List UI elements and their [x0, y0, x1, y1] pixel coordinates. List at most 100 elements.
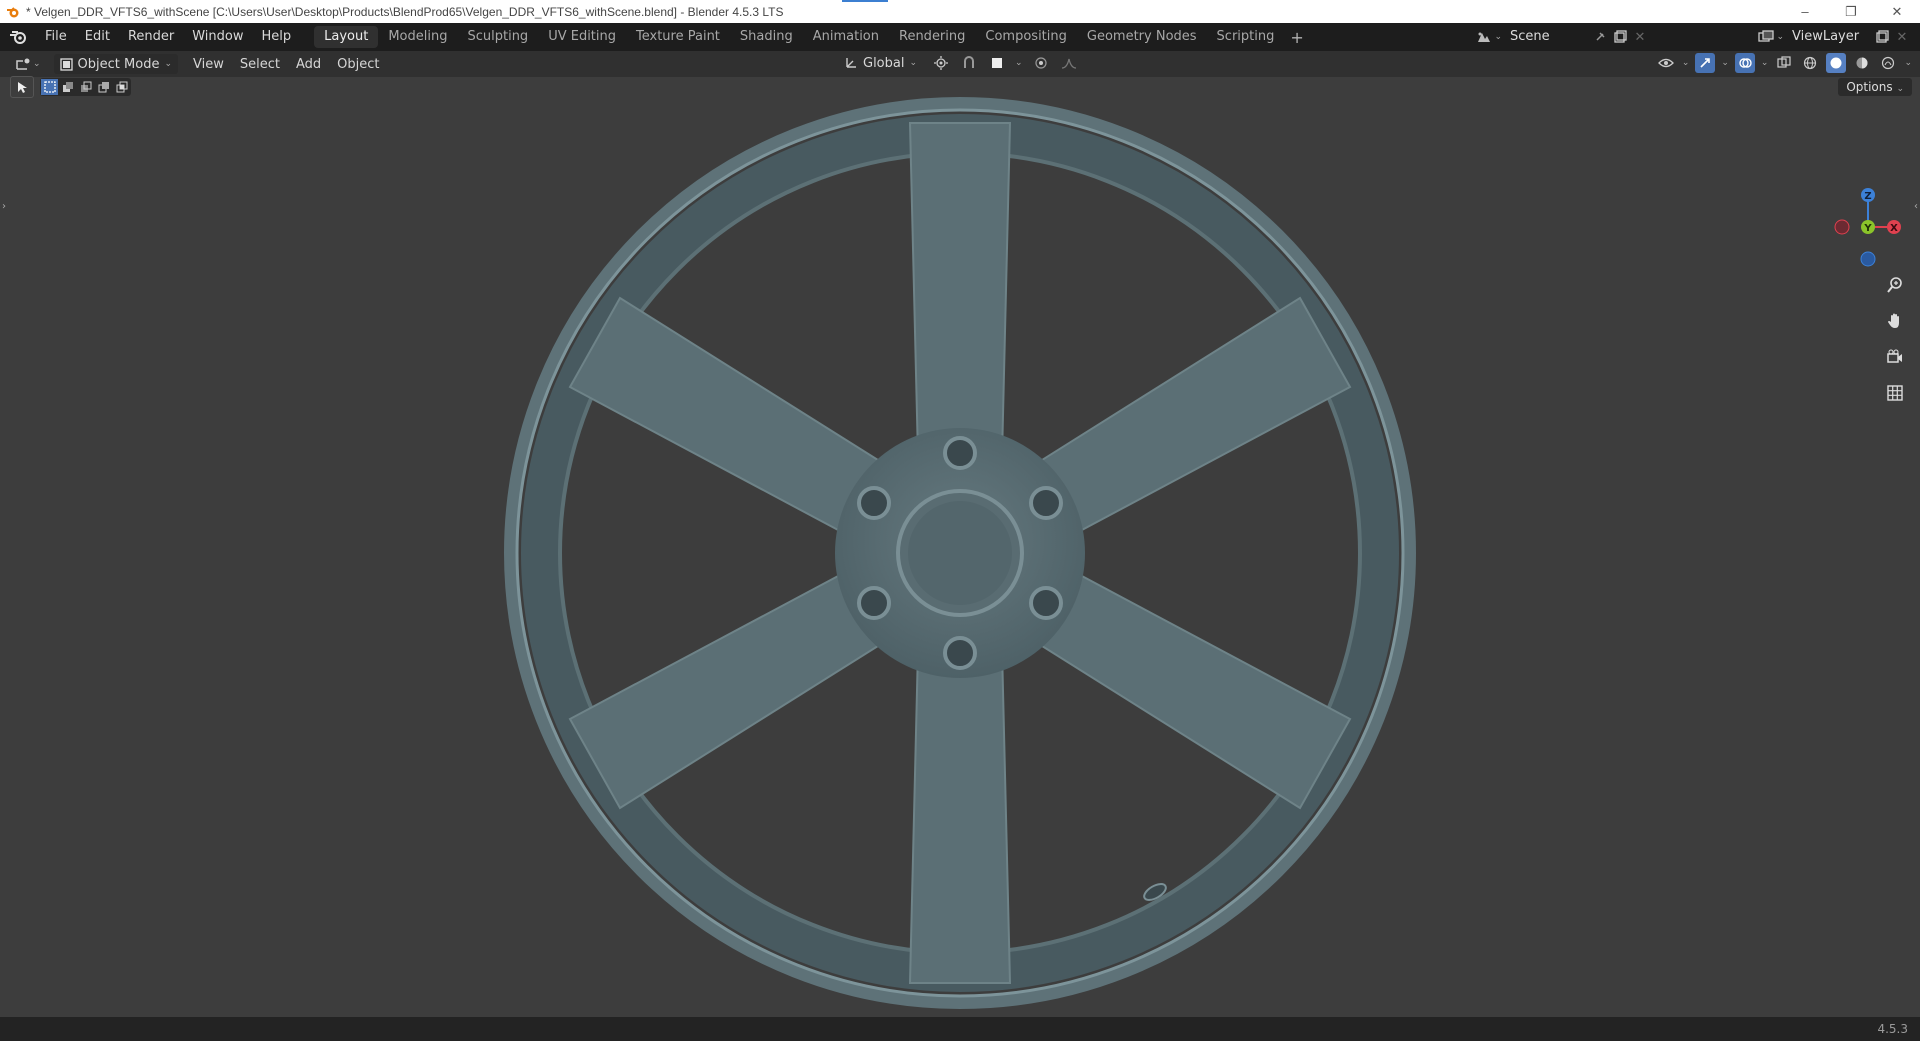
tab-texture-paint[interactable]: Texture Paint [626, 26, 730, 48]
wireframe-shading-icon[interactable] [1800, 53, 1820, 73]
object-mode-icon [59, 57, 73, 71]
pivot-point-icon[interactable] [931, 53, 951, 73]
lug-hole [857, 586, 891, 620]
lug-hole [943, 436, 977, 470]
menu-select[interactable]: Select [235, 53, 285, 75]
overlays-toggle-icon[interactable] [1734, 53, 1755, 73]
add-workspace-button[interactable]: + [1284, 28, 1309, 47]
xray-toggle-icon[interactable] [1774, 53, 1794, 73]
menu-add[interactable]: Add [291, 53, 326, 75]
delete-scene-icon[interactable]: ✕ [1630, 27, 1650, 47]
new-view-layer-icon[interactable] [1872, 27, 1892, 47]
scene-name-field[interactable]: Scene [1502, 26, 1590, 48]
view-layer-selector: ⌄ ViewLayer ✕ [1756, 26, 1912, 48]
perspective-grid-icon[interactable] [1882, 380, 1908, 406]
menu-help[interactable]: Help [253, 26, 301, 48]
mode-label: Object Mode [77, 56, 160, 72]
shading-chevron-icon[interactable]: ⌄ [1904, 58, 1912, 68]
window-title: * Velgen_DDR_VFTS6_withScene [C:\Users\U… [26, 4, 784, 19]
lug-hole [943, 636, 977, 670]
lug-hole [857, 486, 891, 520]
tab-scripting[interactable]: Scripting [1207, 26, 1285, 48]
3d-viewport[interactable]: › ‹ Z X Y [0, 77, 1920, 1017]
gizmo-x-neg-axis[interactable] [1834, 219, 1850, 235]
blender-logo-icon[interactable] [8, 27, 28, 47]
editor-type-icon [16, 58, 30, 70]
falloff-icon[interactable] [1059, 53, 1079, 73]
window-titlebar: * Velgen_DDR_VFTS6_withScene [C:\Users\U… [0, 0, 1920, 23]
wheel-model[interactable] [0, 77, 1920, 1017]
overlays-chevron-icon[interactable]: ⌄ [1761, 58, 1769, 68]
restore-button[interactable]: ❐ [1828, 0, 1874, 23]
viewport-navigation [1882, 272, 1908, 406]
delete-view-layer-icon[interactable]: ✕ [1892, 27, 1912, 47]
gizmos-chevron-icon[interactable]: ⌄ [1721, 58, 1729, 68]
lug-hole [1029, 486, 1063, 520]
scene-dropdown-chevron-icon[interactable]: ⌄ [1494, 32, 1502, 42]
tab-rendering[interactable]: Rendering [889, 26, 975, 48]
rendered-shading-icon[interactable] [1878, 53, 1898, 73]
editor-type-button[interactable]: ⌄ [10, 53, 46, 75]
view-layer-dropdown-chevron-icon[interactable]: ⌄ [1776, 32, 1784, 42]
snap-target-icon[interactable] [987, 53, 1007, 73]
menu-view[interactable]: View [188, 53, 229, 75]
close-button[interactable]: ✕ [1874, 0, 1920, 23]
top-bar: File Edit Render Window Help Layout Mode… [0, 23, 1920, 51]
view-layer-name-field[interactable]: ViewLayer [1784, 26, 1872, 48]
gizmo-y-label: Y [1863, 223, 1872, 234]
navigation-gizmo[interactable]: Z X Y [1828, 187, 1908, 267]
center-cap [908, 501, 1012, 605]
proportional-editing-icon[interactable] [1031, 53, 1051, 73]
gizmo-z-label: Z [1864, 191, 1871, 202]
scene-icon[interactable] [1474, 27, 1494, 47]
view-layer-name: ViewLayer [1792, 29, 1860, 44]
status-bar: 4.5.3 [0, 1017, 1920, 1041]
pan-hand-icon[interactable] [1882, 308, 1908, 334]
gizmos-toggle-icon[interactable] [1695, 53, 1716, 73]
snap-icon[interactable] [959, 53, 979, 73]
transform-tools: Global ⌄ ⌄ [838, 53, 1079, 73]
tab-shading[interactable]: Shading [730, 26, 803, 48]
minimize-button[interactable]: – [1782, 0, 1828, 23]
tab-modeling[interactable]: Modeling [378, 26, 457, 48]
view-layer-icon[interactable] [1756, 27, 1776, 47]
orientation-label: Global [863, 55, 905, 71]
visibility-chevron-icon[interactable]: ⌄ [1682, 58, 1690, 68]
material-preview-shading-icon[interactable] [1852, 53, 1872, 73]
tab-geometry-nodes[interactable]: Geometry Nodes [1077, 26, 1207, 48]
toolbar-expand-icon[interactable]: › [2, 201, 6, 212]
title-accent-line [842, 0, 888, 2]
orientation-icon [846, 58, 856, 68]
mode-chevron-icon: ⌄ [164, 59, 172, 69]
mode-dropdown[interactable]: Object Mode ⌄ [53, 54, 178, 74]
camera-view-icon[interactable] [1882, 344, 1908, 370]
tab-uv-editing[interactable]: UV Editing [538, 26, 626, 48]
scene-selector: ⌄ Scene ✕ [1474, 26, 1650, 48]
visibility-icon[interactable] [1656, 53, 1676, 73]
new-scene-icon[interactable] [1610, 27, 1630, 47]
tab-animation[interactable]: Animation [803, 26, 889, 48]
lug-hole [1029, 586, 1063, 620]
tab-compositing[interactable]: Compositing [975, 26, 1077, 48]
menu-render[interactable]: Render [119, 26, 183, 48]
menu-object[interactable]: Object [332, 53, 384, 75]
gizmo-z-neg-axis[interactable] [1860, 251, 1876, 267]
gizmo-x-label: X [1890, 223, 1898, 234]
solid-shading-icon[interactable] [1826, 53, 1847, 73]
version-label: 4.5.3 [1877, 1022, 1908, 1036]
sidebar-expand-icon[interactable]: ‹ [1914, 201, 1918, 212]
menu-window[interactable]: Window [183, 26, 252, 48]
editor-type-chevron-icon: ⌄ [33, 59, 41, 69]
blender-app-icon [6, 5, 20, 19]
orientation-dropdown[interactable]: Global ⌄ [838, 53, 923, 73]
viewport-header: ⌄ Object Mode ⌄ View Select Add Object G… [0, 51, 1920, 77]
menu-edit[interactable]: Edit [76, 26, 119, 48]
menu-file[interactable]: File [36, 26, 76, 48]
tab-sculpting[interactable]: Sculpting [457, 26, 538, 48]
tab-layout[interactable]: Layout [314, 26, 379, 48]
spoke-bottom [908, 648, 1012, 984]
zoom-icon[interactable] [1882, 272, 1908, 298]
scene-name: Scene [1510, 29, 1550, 44]
snap-chevron-icon[interactable]: ⌄ [1015, 58, 1023, 68]
pin-icon[interactable] [1590, 27, 1610, 47]
